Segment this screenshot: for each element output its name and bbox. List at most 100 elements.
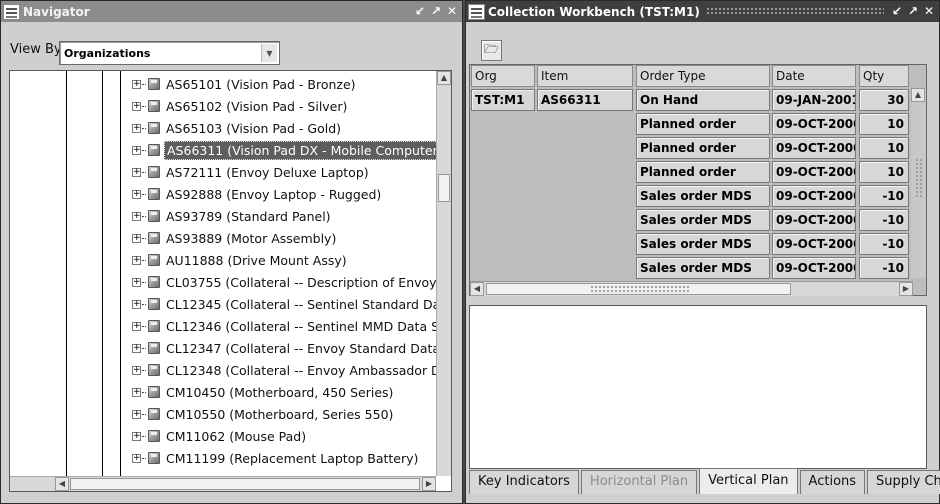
minimize-icon[interactable]: ↙ — [890, 4, 904, 19]
date-cell[interactable]: 09-OCT-2000 — [772, 161, 856, 183]
scroll-up-icon[interactable]: ▲ — [437, 71, 451, 85]
scroll-left-icon[interactable]: ◀ — [55, 477, 69, 491]
order-type-cell[interactable]: Planned order — [636, 113, 770, 135]
open-folder-button[interactable]: 🗁 — [481, 40, 502, 61]
column-header[interactable]: Org — [471, 65, 535, 87]
order-type-cell[interactable]: Sales order MDS — [636, 185, 770, 207]
item-cell[interactable]: AS66311 — [537, 89, 633, 111]
tree-node[interactable]: + CL12346 (Collateral -- Sentinel MMD Dat… — [132, 316, 451, 336]
org-cell[interactable]: TST:M1 — [471, 89, 535, 111]
workbench-titlebar[interactable]: Collection Workbench (TST:M1) ↙ ↗ ✕ — [466, 1, 939, 22]
qty-cell[interactable]: 10 — [859, 161, 909, 183]
column-header[interactable]: Item — [537, 65, 633, 87]
order-type-cell[interactable]: On Hand — [636, 89, 770, 111]
column-header[interactable]: Qty — [859, 65, 909, 87]
tree-vertical-scrollbar[interactable]: ▲ — [436, 71, 451, 476]
minimize-icon[interactable]: ↙ — [413, 4, 427, 19]
scroll-grip[interactable] — [915, 158, 923, 198]
scroll-right-icon[interactable]: ▶ — [899, 282, 913, 296]
tree-node[interactable]: + CM10550 (Motherboard, Series 550) — [132, 404, 395, 424]
qty-cell[interactable]: -10 — [859, 185, 909, 207]
tree-node[interactable]: + AS65102 (Vision Pad - Silver) — [132, 96, 349, 116]
expand-icon[interactable]: + — [132, 255, 141, 265]
expand-icon[interactable]: + — [132, 233, 141, 243]
close-icon[interactable]: ✕ — [445, 4, 459, 19]
item-cube-icon — [148, 320, 160, 332]
tree-node[interactable]: + CL12345 (Collateral -- Sentinel Standar… — [132, 294, 451, 314]
column-header[interactable]: Order Type — [636, 65, 770, 87]
tab-horizontal-plan[interactable]: Horizontal Plan — [580, 470, 698, 494]
tab-vertical-plan[interactable]: Vertical Plan — [699, 468, 798, 494]
column-header[interactable]: Date — [772, 65, 856, 87]
tree-node[interactable]: + AS65103 (Vision Pad - Gold) — [132, 118, 343, 138]
tree-node[interactable]: + CM11062 (Mouse Pad) — [132, 426, 308, 446]
tab-supply-chain[interactable]: Supply Chain — [867, 470, 940, 494]
tree-node[interactable]: + CL03755 (Collateral -- Description of E… — [132, 272, 451, 292]
grid-vertical-scrollbar[interactable]: ▲ — [911, 88, 926, 278]
expand-icon[interactable]: + — [132, 211, 141, 221]
grid-horizontal-scrollbar[interactable]: ◀ ▶ — [470, 281, 913, 296]
scroll-left-icon[interactable]: ◀ — [470, 282, 484, 296]
order-type-cell[interactable]: Sales order MDS — [636, 257, 770, 279]
navigator-titlebar[interactable]: Navigator ↙ ↗ ✕ — [1, 1, 462, 22]
tree-node-label: CM11199 (Replacement Laptop Battery) — [166, 450, 419, 466]
expand-icon[interactable]: + — [132, 123, 141, 133]
date-cell[interactable]: 09-OCT-2000 — [772, 209, 856, 231]
tree-node[interactable]: + AS72111 (Envoy Deluxe Laptop) — [132, 162, 371, 182]
tree-node[interactable]: + CM11199 (Replacement Laptop Battery) — [132, 448, 420, 468]
expand-icon[interactable]: + — [132, 387, 141, 397]
expand-icon[interactable]: + — [132, 277, 141, 287]
order-type-cell[interactable]: Sales order MDS — [636, 209, 770, 231]
tree-node[interactable]: + CL12347 (Collateral -- Envoy Standard D… — [132, 338, 451, 358]
date-cell[interactable]: 09-JAN-2001 — [772, 89, 856, 111]
expand-icon[interactable]: + — [132, 299, 141, 309]
date-cell[interactable]: 09-OCT-2000 — [772, 113, 856, 135]
tree-scroll-thumb[interactable] — [438, 174, 450, 202]
chevron-down-icon[interactable]: ▼ — [261, 44, 277, 62]
tree-node[interactable]: + AS66311 (Vision Pad DX - Mobile Compute… — [132, 140, 446, 160]
tree-node[interactable]: + CM10450 (Motherboard, 450 Series) — [132, 382, 395, 402]
qty-cell[interactable]: -10 — [859, 233, 909, 255]
date-cell[interactable]: 09-OCT-2000 — [772, 257, 856, 279]
expand-icon[interactable]: + — [132, 189, 141, 199]
tree-node[interactable]: + AS93789 (Standard Panel) — [132, 206, 333, 226]
date-cell[interactable]: 09-OCT-2000 — [772, 137, 856, 159]
expand-icon[interactable]: + — [132, 409, 141, 419]
qty-cell[interactable]: -10 — [859, 209, 909, 231]
qty-cell[interactable]: -10 — [859, 257, 909, 279]
scroll-up-icon[interactable]: ▲ — [911, 88, 925, 102]
item-cube-icon — [148, 430, 160, 442]
qty-cell[interactable]: 10 — [859, 113, 909, 135]
expand-icon[interactable]: + — [132, 343, 141, 353]
tree-node[interactable]: + AS92888 (Envoy Laptop - Rugged) — [132, 184, 383, 204]
date-cell[interactable]: 09-OCT-2000 — [772, 233, 856, 255]
qty-cell[interactable]: 30 — [859, 89, 909, 111]
expand-icon[interactable]: + — [132, 365, 141, 375]
tree-hscroll-thumb[interactable] — [70, 478, 420, 490]
tree-node[interactable]: + AU11888 (Drive Mount Assy) — [132, 250, 349, 270]
tree-node[interactable]: + AS93889 (Motor Assembly) — [132, 228, 338, 248]
order-type-cell[interactable]: Sales order MDS — [636, 233, 770, 255]
tree-horizontal-scrollbar[interactable]: ◀ ▶ — [10, 476, 436, 491]
expand-icon[interactable]: + — [132, 431, 141, 441]
item-cube-icon — [148, 78, 160, 90]
expand-icon[interactable]: + — [132, 453, 141, 463]
expand-icon[interactable]: + — [132, 79, 141, 89]
expand-icon[interactable]: + — [132, 101, 141, 111]
tree-node[interactable]: + AS65101 (Vision Pad - Bronze) — [132, 74, 358, 94]
close-icon[interactable]: ✕ — [922, 4, 936, 19]
tab-key-indicators[interactable]: Key Indicators — [469, 470, 579, 494]
expand-icon[interactable]: + — [132, 167, 141, 177]
order-type-cell[interactable]: Planned order — [636, 137, 770, 159]
view-by-select[interactable]: Organizations ▼ — [59, 41, 280, 65]
tab-actions[interactable]: Actions — [799, 470, 866, 494]
expand-icon[interactable]: + — [132, 145, 141, 155]
tree-node[interactable]: + CL12348 (Collateral -- Envoy Ambassador… — [132, 360, 451, 380]
maximize-icon[interactable]: ↗ — [906, 4, 920, 19]
order-type-cell[interactable]: Planned order — [636, 161, 770, 183]
date-cell[interactable]: 09-OCT-2000 — [772, 185, 856, 207]
scroll-right-icon[interactable]: ▶ — [422, 477, 436, 491]
qty-cell[interactable]: 10 — [859, 137, 909, 159]
maximize-icon[interactable]: ↗ — [429, 4, 443, 19]
expand-icon[interactable]: + — [132, 321, 141, 331]
